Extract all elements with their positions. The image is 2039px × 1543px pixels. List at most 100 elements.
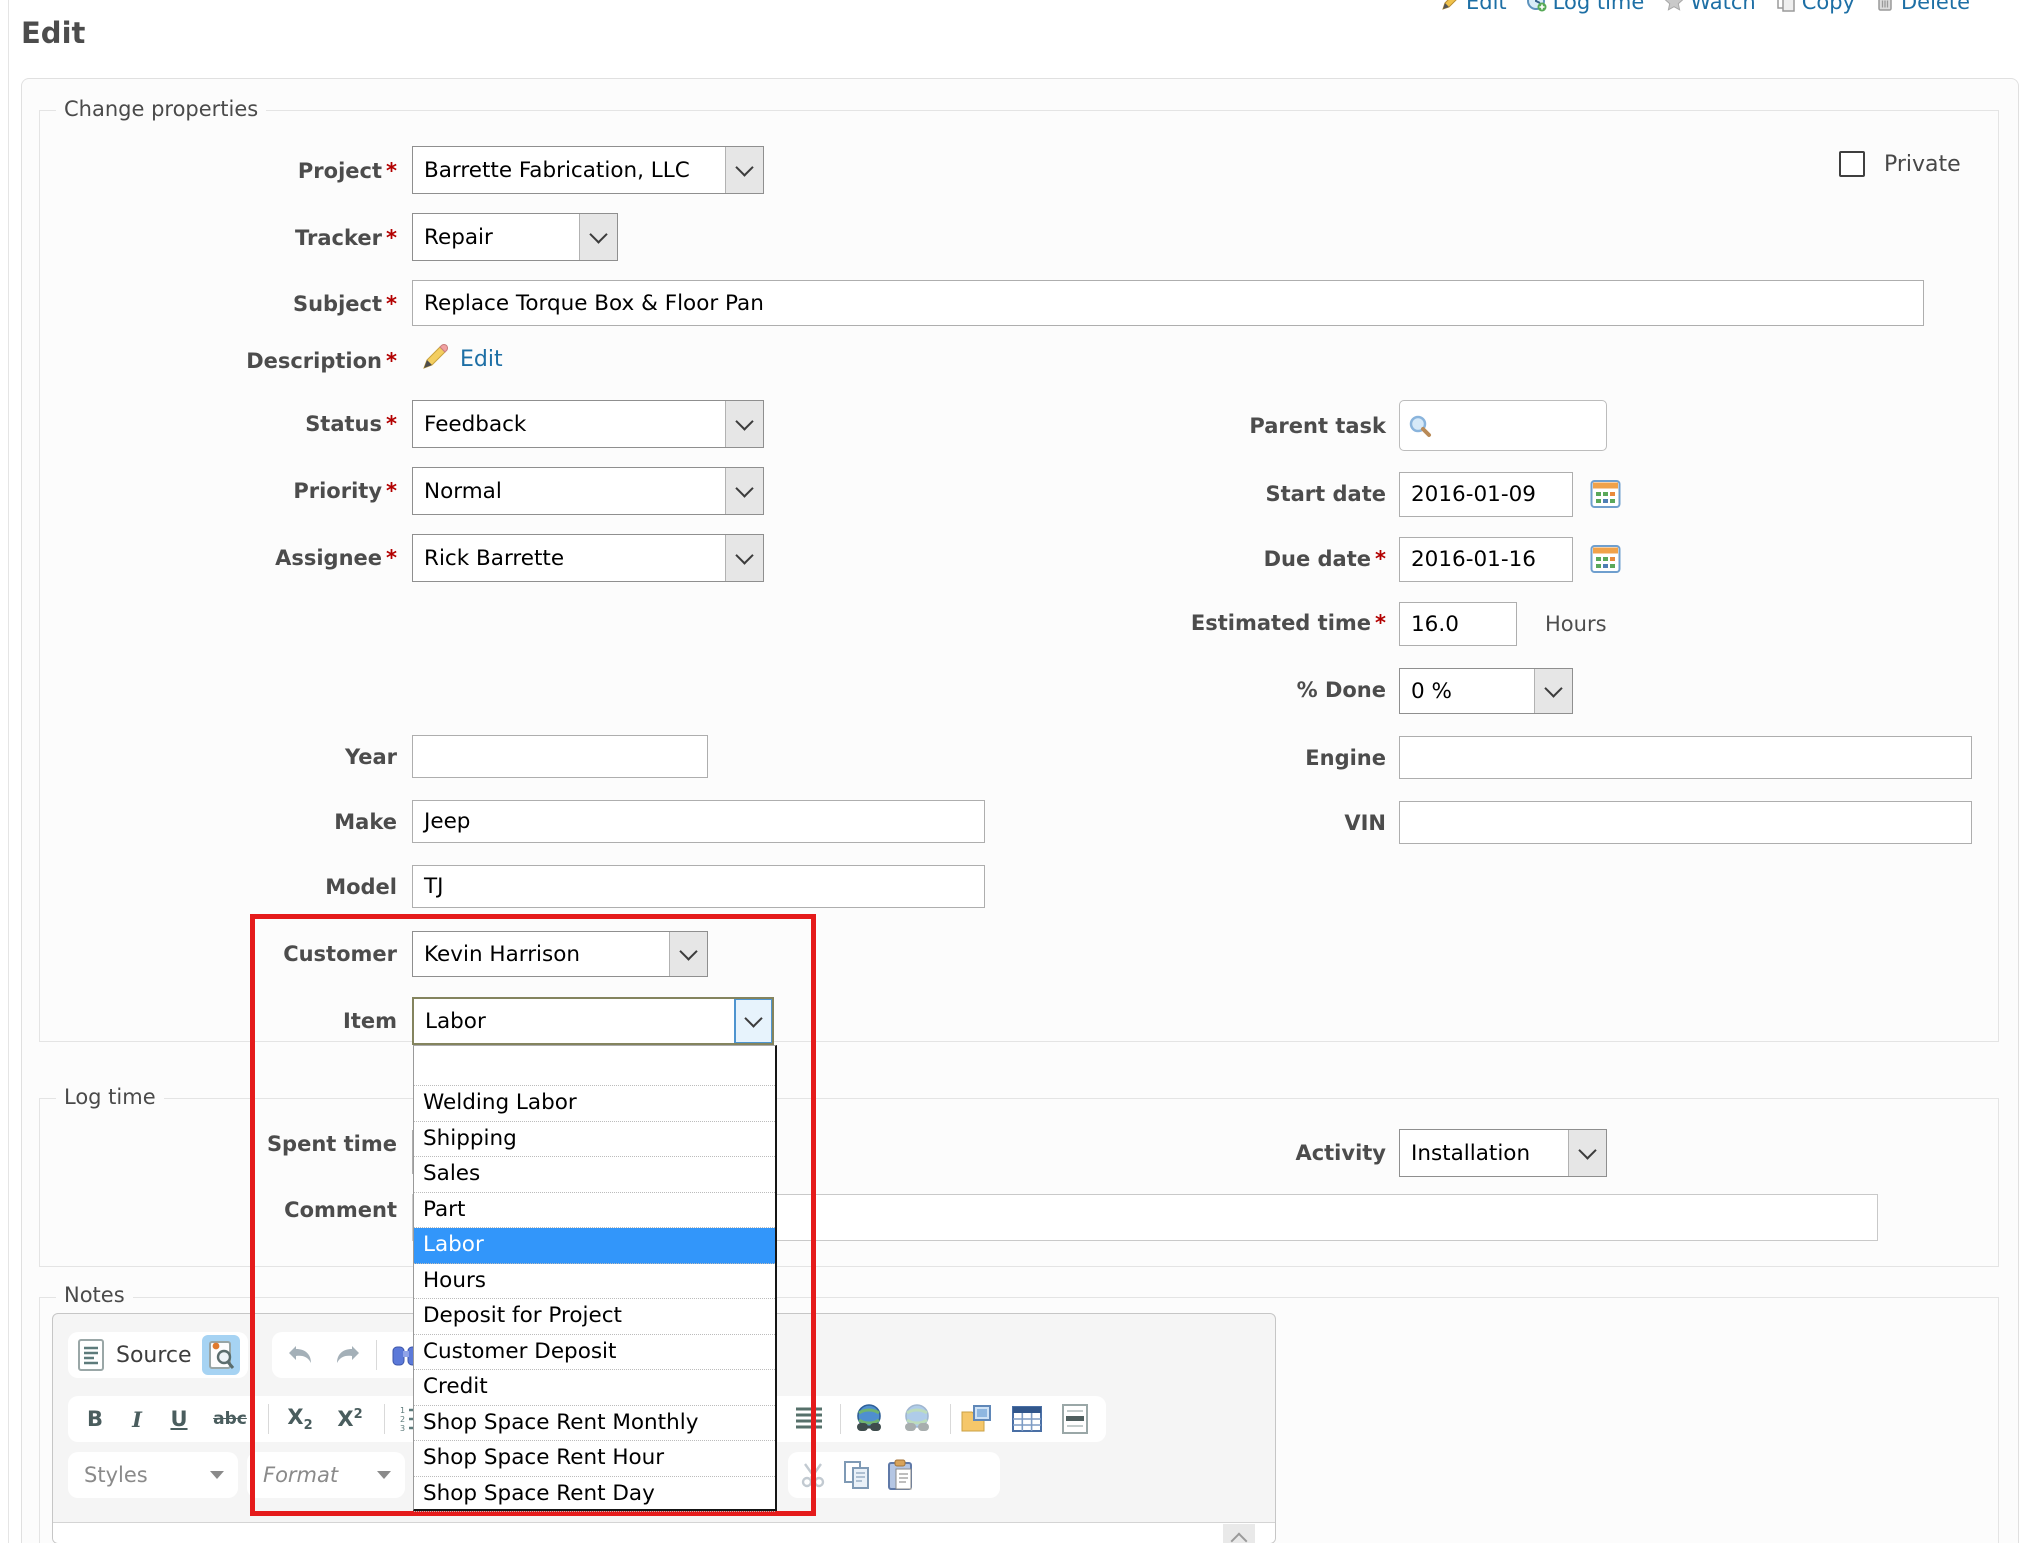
unlink-globe-icon: [901, 1403, 933, 1435]
customer-select[interactable]: Kevin Harrison: [412, 931, 708, 977]
priority-select[interactable]: Normal: [412, 467, 764, 515]
scissors-icon: [799, 1461, 827, 1489]
dropdown-option[interactable]: Part: [414, 1193, 775, 1229]
project-label: Project*: [67, 159, 397, 183]
chevron-down-icon: [725, 535, 763, 581]
due-date-input[interactable]: 2016-01-16: [1399, 537, 1573, 582]
description-edit-link[interactable]: Edit: [460, 347, 503, 372]
dropdown-option[interactable]: Shop Space Rent Day: [414, 1477, 775, 1513]
activity-label: Activity: [1056, 1141, 1386, 1165]
dropdown-option[interactable]: Welding Labor: [414, 1086, 775, 1122]
activity-select[interactable]: Installation: [1399, 1129, 1607, 1177]
make-label: Make: [67, 810, 397, 834]
tracker-select[interactable]: Repair: [412, 213, 618, 261]
customer-label: Customer: [67, 942, 397, 966]
description-label: Description*: [67, 349, 397, 373]
percent-done-select[interactable]: 0 %: [1399, 668, 1573, 714]
vin-label: VIN: [1056, 811, 1386, 835]
toolbar-separator: [268, 1404, 269, 1434]
parent-task-label: Parent task: [1056, 414, 1386, 438]
make-input[interactable]: Jeep: [412, 800, 985, 843]
preview-icon: [207, 1339, 235, 1371]
underline-button[interactable]: U: [160, 1399, 198, 1439]
dropdown-option[interactable]: Deposit for Project: [414, 1299, 775, 1335]
parent-task-input[interactable]: [1399, 400, 1607, 451]
watch-link[interactable]: Watch: [1664, 0, 1755, 14]
dropdown-option[interactable]: Sales: [414, 1157, 775, 1193]
strikethrough-button[interactable]: abc: [204, 1399, 256, 1439]
content-left-border: [8, 0, 9, 1543]
year-label: Year: [67, 745, 397, 769]
assignee-select[interactable]: Rick Barrette: [412, 534, 764, 582]
redo-button[interactable]: [328, 1335, 366, 1375]
calendar-icon[interactable]: [1590, 478, 1621, 509]
chevron-down-icon: [1568, 1130, 1606, 1176]
engine-input[interactable]: [1399, 736, 1972, 779]
calendar-icon[interactable]: [1590, 543, 1621, 574]
assignee-label: Assignee*: [67, 546, 397, 570]
status-select[interactable]: Feedback: [412, 400, 764, 448]
table-button[interactable]: [1008, 1399, 1046, 1439]
start-date-input[interactable]: 2016-01-09: [1399, 472, 1573, 517]
pencil-icon: [420, 344, 448, 372]
styles-dropdown[interactable]: Styles: [68, 1452, 238, 1498]
superscript-button[interactable]: X2: [326, 1399, 374, 1439]
model-label: Model: [67, 875, 397, 899]
item-select[interactable]: Labor: [412, 997, 774, 1045]
div-container-button[interactable]: [790, 1399, 828, 1439]
dropdown-option[interactable]: Shipping: [414, 1122, 775, 1158]
paste-button[interactable]: [882, 1455, 920, 1495]
preview-button[interactable]: [202, 1335, 240, 1375]
chevron-down-icon: [734, 999, 772, 1043]
page-title: Edit: [21, 16, 85, 50]
dropdown-option[interactable]: Hours: [414, 1264, 775, 1300]
year-input[interactable]: [412, 735, 708, 778]
copy-pages-icon: [843, 1460, 871, 1490]
bold-button[interactable]: B: [76, 1399, 114, 1439]
svg-text:1: 1: [400, 1406, 405, 1415]
private-checkbox[interactable]: [1839, 151, 1865, 177]
horizontal-rule-button[interactable]: [1056, 1399, 1094, 1439]
dropdown-option-selected[interactable]: Labor: [414, 1228, 775, 1264]
div-block-icon: [794, 1405, 824, 1433]
item-label: Item: [67, 1009, 397, 1033]
italic-button[interactable]: I: [118, 1399, 156, 1439]
edit-link[interactable]: Edit: [1440, 0, 1507, 14]
format-dropdown[interactable]: Format: [247, 1452, 405, 1498]
dropdown-option[interactable]: [414, 1046, 775, 1086]
subject-input[interactable]: Replace Torque Box & Floor Pan: [412, 280, 1924, 326]
required-asterisk: *: [386, 349, 397, 373]
chevron-down-icon: [377, 1471, 391, 1479]
dropdown-option[interactable]: Shop Space Rent Monthly: [414, 1406, 775, 1442]
percent-done-label: % Done: [1056, 678, 1386, 702]
vin-input[interactable]: [1399, 801, 1972, 844]
image-button[interactable]: [958, 1399, 996, 1439]
source-button[interactable]: Source: [116, 1343, 192, 1368]
undo-icon: [286, 1342, 316, 1368]
delete-link[interactable]: Delete: [1875, 0, 1970, 14]
undo-button[interactable]: [282, 1335, 320, 1375]
model-input[interactable]: TJ: [412, 865, 985, 908]
svg-text:3: 3: [400, 1424, 405, 1433]
chevron-down-icon: [725, 468, 763, 514]
project-select[interactable]: Barrette Fabrication, LLC: [412, 146, 764, 194]
star-icon: [1664, 0, 1684, 12]
cut-button[interactable]: [794, 1455, 832, 1495]
copy-link[interactable]: Copy: [1776, 0, 1855, 14]
chevron-down-icon: [725, 401, 763, 447]
source-icon: [76, 1338, 106, 1372]
dropdown-option[interactable]: Customer Deposit: [414, 1335, 775, 1371]
subscript-button[interactable]: X2: [276, 1399, 324, 1439]
unlink-button[interactable]: [898, 1399, 936, 1439]
copy-button[interactable]: [838, 1455, 876, 1495]
estimated-time-input[interactable]: 16.0: [1399, 602, 1517, 646]
log-time-link[interactable]: Log time: [1527, 0, 1645, 14]
toolbar-collapse-button[interactable]: [1223, 1524, 1255, 1543]
dropdown-option[interactable]: Credit: [414, 1370, 775, 1406]
editor-content-area[interactable]: [53, 1522, 1275, 1543]
required-asterisk: *: [386, 226, 397, 250]
pencil-icon: [1440, 0, 1460, 12]
dropdown-option[interactable]: Shop Space Rent Hour: [414, 1441, 775, 1477]
link-button[interactable]: [850, 1399, 888, 1439]
link-globe-icon: [853, 1403, 885, 1435]
